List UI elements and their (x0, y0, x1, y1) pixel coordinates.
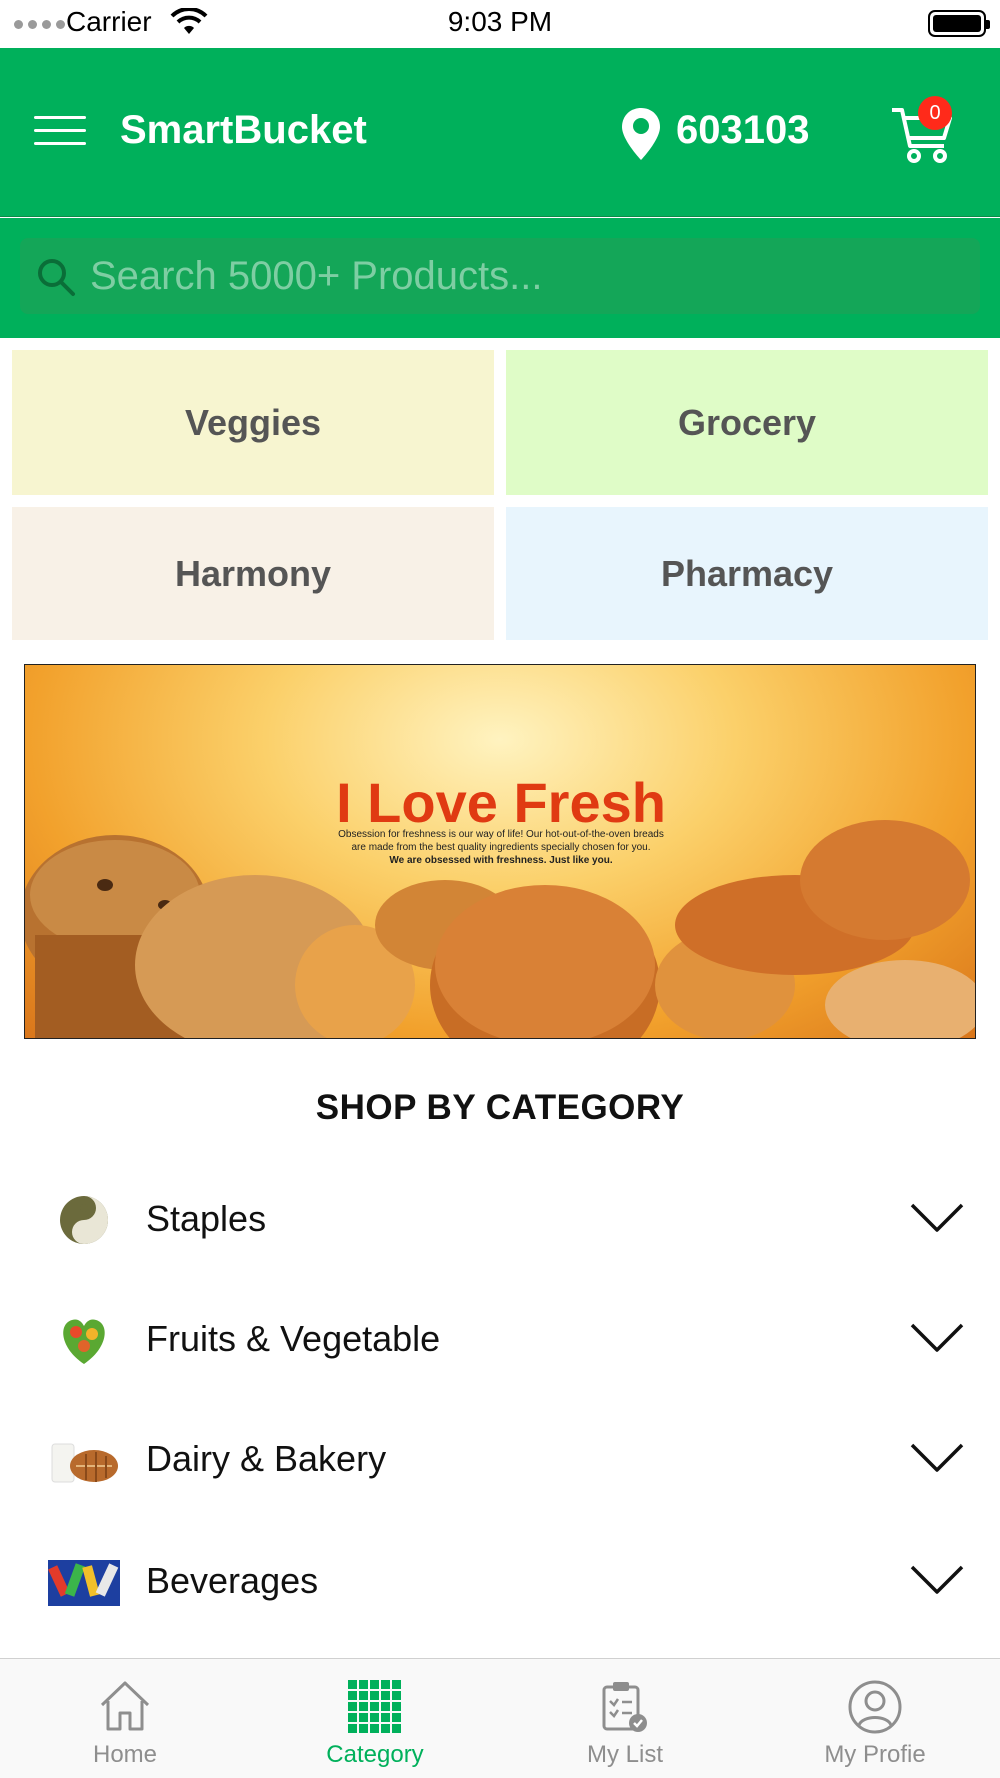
chevron-down-icon[interactable] (910, 1564, 964, 1596)
category-row-staples[interactable]: Staples (0, 1160, 1000, 1280)
fruits-vegetable-thumb (63, 1319, 105, 1364)
category-row-fruits-vegetable[interactable]: Fruits & Vegetable (0, 1280, 1000, 1400)
status-bar: Carrier 9:03 PM (0, 0, 1000, 48)
banner-text-line: We are obsessed with freshness. Just lik… (389, 855, 613, 866)
app-header: SmartBucket 603103 0 (0, 48, 1000, 217)
category-row-dairy-bakery[interactable]: Dairy & Bakery (0, 1400, 1000, 1520)
category-label: Dairy & Bakery (146, 1438, 387, 1479)
category-label: Fruits & Vegetable (146, 1318, 441, 1359)
battery-icon (928, 10, 990, 37)
tab-label: My Profie (824, 1741, 926, 1768)
chevron-down-icon[interactable] (910, 1202, 964, 1234)
section-title: SHOP BY CATEGORY (315, 1088, 685, 1127)
category-row-beverages[interactable]: Beverages (0, 1522, 1000, 1642)
search-box[interactable] (20, 238, 980, 314)
tab-label: Home (92, 1741, 158, 1768)
banner-text-line: are made from the best quality ingredien… (351, 842, 651, 853)
cart-count-badge: 0 (918, 96, 952, 130)
app-brand: SmartBucket (120, 108, 367, 152)
dairy-bakery-thumb (51, 1443, 118, 1483)
chevron-down-icon[interactable] (910, 1442, 964, 1474)
hamburger-icon[interactable] (34, 116, 86, 148)
clock: 9:03 PM (447, 6, 553, 37)
search-bar (0, 218, 1000, 338)
clipboard-icon (602, 1682, 647, 1732)
bottom-tab-bar: Home Category My List My Profie (0, 1658, 1000, 1778)
search-input[interactable] (90, 246, 960, 306)
tab-label: Category (326, 1741, 424, 1768)
staples-thumb (60, 1196, 108, 1244)
home-icon (100, 1681, 150, 1731)
chevron-down-icon[interactable] (910, 1322, 964, 1354)
category-label: Beverages (146, 1560, 319, 1601)
promo-banner[interactable]: I Love Fresh Obsession for freshness is … (24, 664, 976, 1039)
grid-icon (348, 1680, 401, 1733)
tile-pharmacy[interactable]: Pharmacy (506, 507, 988, 640)
banner-text-line: Obsession for freshness is our way of li… (338, 829, 664, 840)
tab-label: My List (586, 1741, 663, 1768)
search-icon (38, 259, 75, 296)
banner-title: I Love Fresh (336, 771, 666, 834)
tab-my-profile[interactable]: My Profie (750, 1659, 1000, 1778)
tile-grocery[interactable]: Grocery (506, 350, 988, 495)
user-icon (848, 1680, 902, 1734)
category-label: Staples (146, 1198, 267, 1239)
map-pin-icon[interactable] (620, 106, 662, 162)
tab-home[interactable]: Home (0, 1659, 250, 1778)
tab-category[interactable]: Category (250, 1659, 500, 1778)
tile-harmony[interactable]: Harmony (12, 507, 494, 640)
beverages-thumb (48, 1560, 120, 1606)
tile-veggies[interactable]: Veggies (12, 350, 494, 495)
tab-my-list[interactable]: My List (500, 1659, 750, 1778)
pincode-label[interactable]: 603103 (676, 108, 809, 153)
